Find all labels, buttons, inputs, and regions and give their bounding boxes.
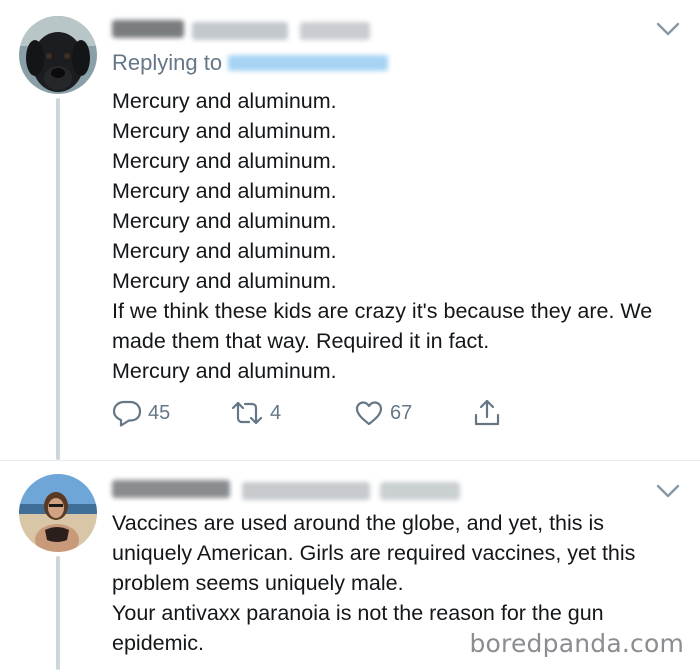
avatar[interactable] [19,474,97,552]
thread-line [56,556,60,670]
retweet-button[interactable]: 4 [230,398,281,428]
like-button[interactable]: 67 [354,398,412,428]
tweet-text-line: Mercury and aluminum. [112,269,337,293]
chevron-down-icon[interactable] [655,20,681,38]
tweet-text-line: Mercury and aluminum. [112,209,337,233]
author-handle-redacted [192,22,288,40]
tweet-actions: 45 4 67 [112,398,532,428]
timestamp-redacted [300,22,370,40]
reply-button[interactable]: 45 [112,398,170,428]
reply-icon [112,400,142,427]
author-handle-redacted [242,482,370,500]
tweet-text-line: Mercury and aluminum. [112,89,337,113]
author-name-redacted[interactable] [112,20,184,38]
replying-to-label: Replying to [112,50,223,75]
tweet-text-line: uniquely American. Girls are required va… [112,541,636,565]
tweet-text-line: problem seems uniquely male. [112,571,404,595]
chevron-down-icon[interactable] [655,482,681,500]
replying-to: Replying to [112,50,389,76]
tweet-text-line: Mercury and aluminum. [112,149,337,173]
tweet-text-line: Mercury and aluminum. [112,239,337,263]
tweet-text-line: If we think these kids are crazy it's be… [112,299,653,323]
reply-count: 45 [148,401,171,424]
tweet-text-line: Mercury and aluminum. [112,119,337,143]
avatar[interactable] [19,16,97,94]
retweet-count: 4 [270,401,282,424]
retweet-icon [231,401,263,425]
timestamp-redacted [380,482,460,500]
share-icon [474,399,500,426]
tweet-text-line: Mercury and aluminum. [112,359,337,383]
tweet-text: Mercury and aluminum. Mercury and alumin… [112,86,652,386]
share-button[interactable] [472,398,502,428]
beach-avatar-image [19,474,97,552]
watermark: boredpanda.com [469,629,684,658]
like-count: 67 [390,401,413,424]
tweet-text-line: Vaccines are used around the globe, and … [112,511,605,535]
thread-line [56,98,60,460]
tweet-text-line: Mercury and aluminum. [112,179,337,203]
tweet[interactable]: Replying to Mercury and aluminum. Mercur… [0,0,700,460]
like-icon [355,401,383,426]
dog-avatar-image [19,16,97,94]
replying-to-handle-redacted[interactable] [228,55,389,71]
author-name-redacted[interactable] [112,480,230,498]
tweet-text-line: Your antivaxx paranoia is not the reason… [112,601,604,625]
tweet-text-line: made them that way. Required it in fact. [112,329,490,353]
